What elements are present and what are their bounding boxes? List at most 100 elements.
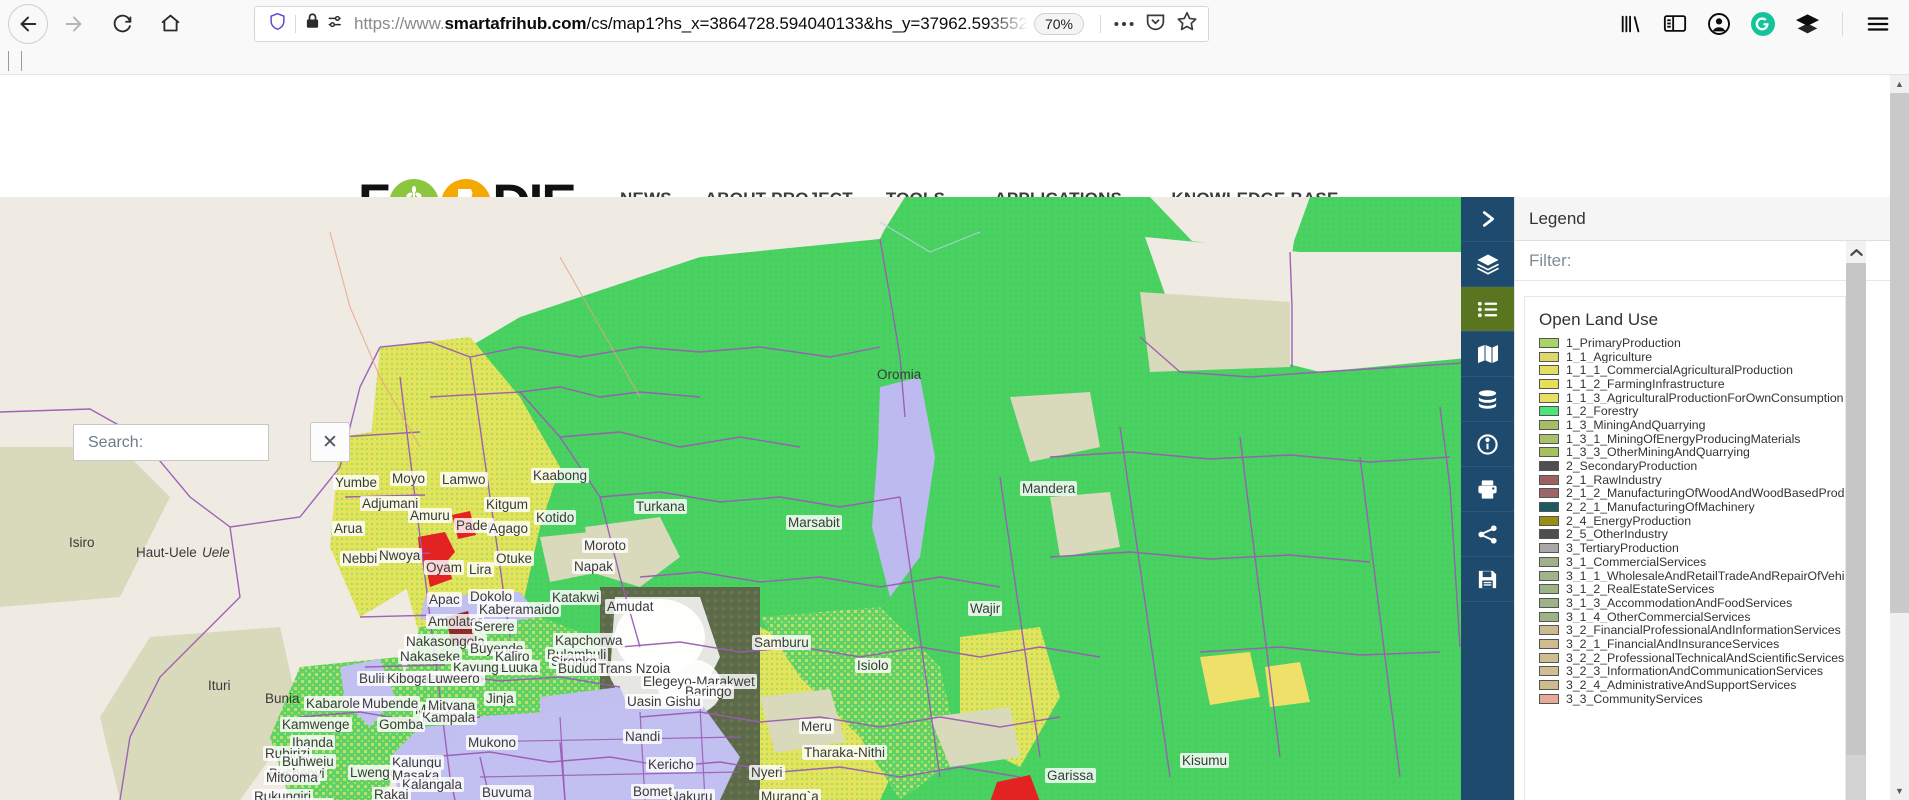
- scroll-up-arrow[interactable]: ▲: [1890, 75, 1909, 93]
- legend-entry[interactable]: 1_2_Forestry: [1539, 404, 1845, 418]
- print-button[interactable]: [1461, 467, 1514, 512]
- reload-icon[interactable]: [100, 4, 144, 44]
- legend-list-container[interactable]: Open Land Use 1_PrimaryProduction 1_1_Agr…: [1524, 296, 1846, 800]
- map-label: Nandi: [623, 729, 663, 744]
- map-label: Luweero: [426, 671, 482, 686]
- legend-entry[interactable]: 3_1_4_OtherCommercialServices: [1539, 610, 1845, 623]
- legend-entry[interactable]: 3_2_3_InformationAndCommunicationService…: [1539, 664, 1845, 679]
- legend-entry[interactable]: 3_1_CommercialServices: [1539, 555, 1845, 569]
- ellipsis-icon[interactable]: [1113, 15, 1135, 33]
- url-text[interactable]: https://www.smartafrihub.com/cs/map1?hs_…: [350, 14, 1028, 34]
- map-label: Isiro: [69, 535, 95, 550]
- basemap-button[interactable]: [1461, 332, 1514, 377]
- save-button[interactable]: [1461, 557, 1514, 602]
- page-scrollbar-thumb[interactable]: [1890, 93, 1909, 613]
- pocket-icon[interactable]: [1145, 11, 1166, 37]
- legend-entry-label: 3_2_3_InformationAndCommunicationService…: [1566, 664, 1824, 679]
- map-label: Uasin Gishu: [625, 694, 703, 709]
- legend-entry[interactable]: 3_1_2_RealEstateServices: [1539, 582, 1845, 596]
- lock-icon[interactable]: [305, 12, 320, 35]
- shield-icon[interactable]: [269, 12, 286, 36]
- legend-scrollbar-thumb[interactable]: [1846, 263, 1866, 755]
- legend-entry-label: 3_2_FinancialProfessionalAndInformationS…: [1566, 623, 1841, 638]
- legend-swatch: [1539, 447, 1559, 458]
- legend-swatch: [1539, 529, 1559, 540]
- legend-entry[interactable]: 2_2_1_ManufacturingOfMachinery: [1539, 500, 1845, 514]
- map-label: Wajir: [968, 601, 1003, 616]
- star-icon[interactable]: [1176, 10, 1198, 37]
- info-button[interactable]: [1461, 422, 1514, 467]
- legend-entry[interactable]: 3_1_1_WholesaleAndRetailTradeAndRepairOf…: [1539, 569, 1845, 582]
- legend-entry-label: 3_1_CommercialServices: [1566, 555, 1707, 569]
- address-bar[interactable]: https://www.smartafrihub.com/cs/map1?hs_…: [254, 5, 1209, 42]
- legend-entry[interactable]: 2_SecondaryProduction: [1539, 459, 1845, 473]
- close-x-icon[interactable]: ✕: [310, 422, 350, 462]
- legend-entry[interactable]: 2_1_2_ManufacturingOfWoodAndWoodBasedPro…: [1539, 486, 1845, 501]
- legend-filter-input[interactable]: Filter:: [1515, 241, 1890, 281]
- library-icon[interactable]: [1616, 9, 1646, 39]
- legend-entry[interactable]: 1_PrimaryProduction: [1539, 336, 1845, 350]
- legend-entry[interactable]: 1_1_Agriculture: [1539, 350, 1845, 363]
- map-label: Samburu: [752, 635, 811, 650]
- legend-entry[interactable]: 1_1_2_FarmingInfrastructure: [1539, 377, 1845, 391]
- legend-entry[interactable]: 2_5_OtherIndustry: [1539, 528, 1845, 541]
- layers-stack-icon[interactable]: [1792, 9, 1822, 39]
- permissions-icon[interactable]: [327, 13, 344, 35]
- legend-entry-label: 3_1_3_AccommodationAndFoodServices: [1566, 596, 1793, 610]
- layers-button[interactable]: [1461, 242, 1514, 287]
- account-icon[interactable]: [1704, 9, 1734, 39]
- legend-entry-label: 1_3_1_MiningOfEnergyProducingMaterials: [1566, 431, 1801, 446]
- legend-entry[interactable]: 1_3_MiningAndQuarrying: [1539, 418, 1845, 432]
- zoom-level-badge[interactable]: 70%: [1033, 12, 1084, 35]
- data-button[interactable]: [1461, 377, 1514, 422]
- web-page: F: [0, 75, 1890, 800]
- legend-entry-label: 2_1_2_ManufacturingOfWoodAndWoodBasedPro…: [1566, 486, 1845, 501]
- legend-entry-label: 3_3_CommunityServices: [1566, 691, 1703, 706]
- legend-entry[interactable]: 3_1_3_AccommodationAndFoodServices: [1539, 596, 1845, 610]
- map-label: Nyeri: [749, 765, 785, 780]
- forward-arrow-icon[interactable]: [52, 4, 96, 44]
- chevron-up-icon[interactable]: [1846, 241, 1866, 263]
- legend-entry[interactable]: 1_3_1_MiningOfEnergyProducingMaterials: [1539, 432, 1845, 446]
- map-label: Kotido: [534, 510, 577, 525]
- search-input[interactable]: Search:: [73, 424, 269, 461]
- back-arrow-icon[interactable]: [8, 3, 48, 44]
- expand-panel-button[interactable]: [1461, 197, 1514, 242]
- map-label: Kapchorwa: [553, 633, 625, 648]
- legend-entry[interactable]: 1_1_3_AgriculturalProductionForOwnConsum…: [1539, 391, 1845, 404]
- bookmarks-toolbar[interactable]: [0, 47, 1909, 75]
- grammarly-icon[interactable]: [1748, 9, 1778, 39]
- map-label: Gomba: [377, 717, 426, 732]
- share-button[interactable]: [1461, 512, 1514, 557]
- map-label: Serere: [472, 619, 517, 634]
- navigation-buttons: [0, 3, 192, 44]
- home-icon[interactable]: [148, 4, 192, 44]
- legend-swatch: [1539, 461, 1559, 472]
- legend-entry[interactable]: 3_2_1_FinancialAndInsuranceServices: [1539, 637, 1845, 651]
- map-label: Arua: [332, 521, 365, 536]
- map-label: Bomet: [631, 784, 675, 799]
- legend-entry[interactable]: 1_1_1_CommercialAgriculturalProduction: [1539, 363, 1845, 377]
- hamburger-menu-icon[interactable]: [1863, 9, 1893, 39]
- map-label: Isiolo: [855, 658, 891, 673]
- page-scrollbar[interactable]: ▲ ▼: [1890, 75, 1909, 800]
- legend-swatch: [1539, 611, 1559, 622]
- map-label: Moroto: [582, 538, 629, 553]
- legend-entry[interactable]: 3_2_2_ProfessionalTechnicalAndScientific…: [1539, 651, 1845, 665]
- map-label: Kericho: [646, 757, 696, 772]
- map-label: Murang`a: [759, 789, 821, 800]
- scroll-down-arrow[interactable]: ▼: [1890, 782, 1909, 800]
- legend-button[interactable]: [1461, 287, 1514, 332]
- legend-entry[interactable]: 3_TertiaryProduction: [1539, 541, 1845, 555]
- legend-entry[interactable]: 3_3_CommunityServices: [1539, 692, 1845, 706]
- map-label: Nakuru: [667, 789, 715, 800]
- map-label: Apac: [427, 592, 462, 607]
- map-label: Uele: [202, 545, 230, 560]
- legend-entry[interactable]: 3_2_4_AdministrativeAndSupportServices: [1539, 678, 1845, 692]
- legend-entry[interactable]: 3_2_FinancialProfessionalAndInformationS…: [1539, 623, 1845, 637]
- legend-entry[interactable]: 2_4_EnergyProduction: [1539, 514, 1845, 528]
- legend-entry[interactable]: 1_3_3_OtherMiningAndQuarrying: [1539, 446, 1845, 459]
- legend-entry[interactable]: 2_1_RawIndustry: [1539, 473, 1845, 487]
- sidebar-icon[interactable]: [1660, 9, 1690, 39]
- actions-divider: [1100, 14, 1101, 33]
